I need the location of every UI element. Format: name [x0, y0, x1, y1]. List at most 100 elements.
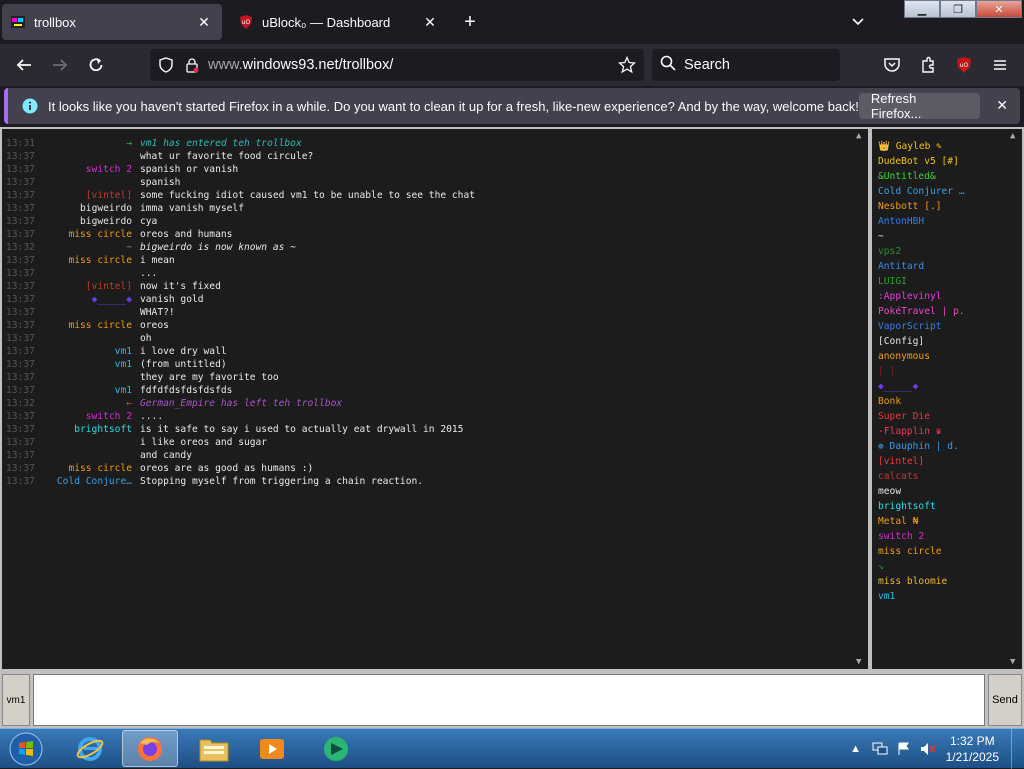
- message-nickname[interactable]: vm1: [46, 358, 140, 371]
- taskbar-file-explorer[interactable]: [186, 730, 242, 767]
- maximize-button[interactable]: ❐: [940, 0, 976, 18]
- message-nickname[interactable]: [46, 176, 140, 189]
- user-list-item[interactable]: ❁ Dauphin | d.: [878, 439, 965, 454]
- send-button[interactable]: Send: [988, 674, 1022, 726]
- scroll-down-icon[interactable]: ▼: [1010, 657, 1015, 667]
- refresh-firefox-button[interactable]: Refresh Firefox...: [858, 91, 980, 121]
- message-nickname[interactable]: Cold Conjure…: [46, 475, 140, 488]
- user-list-item[interactable]: 👑 Gayleb ✎: [878, 139, 965, 154]
- scroll-down-icon[interactable]: ▼: [856, 657, 861, 667]
- back-button[interactable]: [12, 53, 36, 77]
- user-list-item[interactable]: :Applevinyl: [878, 289, 965, 304]
- user-list-item[interactable]: AntonHBH: [878, 214, 965, 229]
- user-list-item[interactable]: Nesbott [.]: [878, 199, 965, 214]
- message-nickname[interactable]: [46, 306, 140, 319]
- taskbar-media-player[interactable]: [244, 730, 300, 767]
- scroll-up-icon[interactable]: ▲: [1010, 131, 1015, 141]
- user-list-item[interactable]: switch 2: [878, 529, 965, 544]
- user-list-item[interactable]: LUIGI: [878, 274, 965, 289]
- user-list-item[interactable]: vps2: [878, 244, 965, 259]
- tab-trollbox[interactable]: trollbox ✕: [2, 4, 222, 40]
- start-button[interactable]: [6, 731, 46, 767]
- user-list-item[interactable]: miss bloomie: [878, 574, 965, 589]
- volume-muted-icon[interactable]: [918, 739, 938, 759]
- message-nickname[interactable]: bigweirdo: [46, 215, 140, 228]
- user-list-item[interactable]: Cold Conjurer …: [878, 184, 965, 199]
- message-nickname[interactable]: [46, 332, 140, 345]
- message-nickname[interactable]: bigweirdo: [46, 202, 140, 215]
- user-list-item[interactable]: miss circle: [878, 544, 965, 559]
- message-input[interactable]: [33, 674, 985, 726]
- user-list-item[interactable]: VaporScript: [878, 319, 965, 334]
- message-nickname[interactable]: [46, 267, 140, 280]
- message-nickname[interactable]: miss circle: [46, 462, 140, 475]
- message-nickname[interactable]: vm1: [46, 384, 140, 397]
- window-close-button[interactable]: ✕: [976, 0, 1022, 18]
- reload-button[interactable]: [84, 53, 108, 77]
- user-list-item[interactable]: anonymous: [878, 349, 965, 364]
- message-nickname[interactable]: brightsoft: [46, 423, 140, 436]
- user-list-item[interactable]: &Untitled&: [878, 169, 965, 184]
- show-desktop-button[interactable]: [1011, 729, 1024, 769]
- show-hidden-icons-icon[interactable]: ▲: [846, 739, 866, 759]
- user-list-item[interactable]: Bonk: [878, 394, 965, 409]
- user-list-item[interactable]: Metal ₦: [878, 514, 965, 529]
- system-clock[interactable]: 1:32 PM 1/21/2025: [946, 733, 999, 765]
- extensions-button[interactable]: [916, 53, 940, 77]
- user-list-item[interactable]: ◆_____◆: [878, 379, 965, 394]
- message-nickname[interactable]: [vintel]: [46, 189, 140, 202]
- new-tab-button[interactable]: +: [458, 10, 482, 34]
- message-nickname[interactable]: [46, 371, 140, 384]
- menu-button[interactable]: [988, 53, 1012, 77]
- user-list-item[interactable]: ↘: [878, 559, 965, 574]
- user-list-item[interactable]: DudeBot v5 [#]: [878, 154, 965, 169]
- message-nickname[interactable]: [46, 150, 140, 163]
- lock-icon[interactable]: [184, 57, 200, 73]
- user-list-item[interactable]: ~: [878, 229, 965, 244]
- nickname-button[interactable]: vm1: [2, 674, 30, 726]
- network-icon[interactable]: [870, 739, 890, 759]
- message-nickname[interactable]: ◆_____◆: [46, 293, 140, 306]
- tab-ublock-dashboard[interactable]: uO uBlock₀ — Dashboard ✕: [230, 4, 448, 40]
- minimize-button[interactable]: ▁: [904, 0, 940, 18]
- list-all-tabs-button[interactable]: [846, 10, 870, 34]
- user-list-scrollbar[interactable]: ▲ ▼: [1008, 129, 1022, 669]
- message-nickname[interactable]: ←: [46, 397, 140, 410]
- user-list-item[interactable]: [ ]: [878, 364, 965, 379]
- search-input[interactable]: [682, 56, 826, 74]
- action-center-flag-icon[interactable]: [894, 739, 914, 759]
- ublock-button[interactable]: uO: [952, 53, 976, 77]
- forward-button[interactable]: [48, 53, 72, 77]
- user-list-item[interactable]: Super Die: [878, 409, 965, 424]
- chat-log[interactable]: 13:31 → vm1 has entered teh trollbox 13:37 w…: [2, 129, 868, 669]
- user-list-item[interactable]: calcats: [878, 469, 965, 484]
- taskbar-app[interactable]: [308, 730, 364, 767]
- taskbar-firefox[interactable]: [122, 730, 178, 767]
- message-nickname[interactable]: ~: [46, 241, 140, 254]
- user-list-item[interactable]: Antitard: [878, 259, 965, 274]
- message-nickname[interactable]: vm1: [46, 345, 140, 358]
- tab-close-icon[interactable]: ✕: [194, 12, 214, 32]
- message-nickname[interactable]: [46, 436, 140, 449]
- message-nickname[interactable]: [vintel]: [46, 280, 140, 293]
- message-nickname[interactable]: switch 2: [46, 163, 140, 176]
- user-list-item[interactable]: -Flapplin ♛: [878, 424, 965, 439]
- url-bar[interactable]: www.windows93.net/trollbox/: [150, 49, 644, 81]
- bookmark-star-icon[interactable]: [617, 55, 637, 74]
- user-list-item[interactable]: meow: [878, 484, 965, 499]
- message-nickname[interactable]: miss circle: [46, 228, 140, 241]
- message-nickname[interactable]: →: [46, 137, 140, 150]
- chat-scrollbar[interactable]: ▲ ▼: [854, 129, 868, 669]
- taskbar-internet-explorer[interactable]: [62, 730, 118, 767]
- tab-close-icon[interactable]: ✕: [420, 12, 440, 32]
- search-bar[interactable]: [652, 49, 840, 81]
- user-list-item[interactable]: [vintel]: [878, 454, 965, 469]
- user-list-item[interactable]: PokéTravel | p.: [878, 304, 965, 319]
- shield-icon[interactable]: [158, 57, 174, 73]
- user-list-item[interactable]: brightsoft: [878, 499, 965, 514]
- message-nickname[interactable]: switch 2: [46, 410, 140, 423]
- message-nickname[interactable]: miss circle: [46, 254, 140, 267]
- message-nickname[interactable]: miss circle: [46, 319, 140, 332]
- user-list-item[interactable]: vm1: [878, 589, 965, 604]
- notification-close-icon[interactable]: ✕: [996, 97, 1008, 114]
